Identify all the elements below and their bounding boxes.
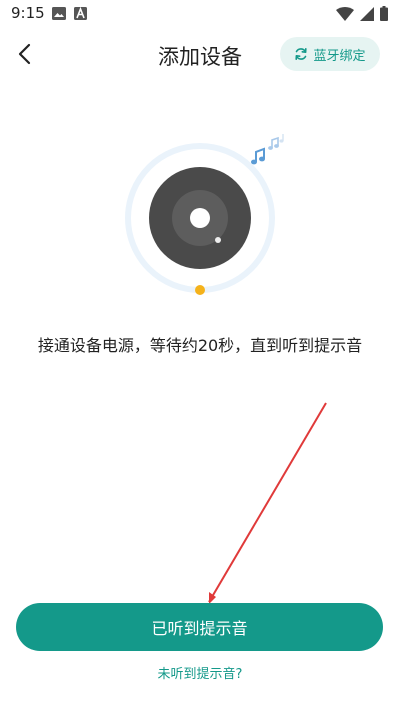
status-system-icons [336, 6, 388, 21]
app-header: 添加设备 蓝牙绑定 [0, 28, 400, 80]
status-notification-icons [52, 7, 87, 20]
not-heard-prompt-link[interactable]: 未听到提示音? [0, 663, 400, 682]
heard-prompt-button[interactable]: 已听到提示音 [16, 603, 383, 651]
image-icon [52, 7, 66, 20]
status-time: 9:15 [11, 4, 45, 22]
music-notes-icon [251, 134, 284, 165]
device-illustration [125, 134, 284, 295]
status-bar: 9:15 [0, 0, 400, 28]
speaker-center-button [190, 208, 210, 228]
cellular-icon [360, 6, 374, 21]
font-a-icon [74, 7, 87, 20]
refresh-icon [295, 48, 308, 60]
add-device-screen: 9:15 添加设备 蓝牙绑定 接通设备电源，等待约20秒，直到听到提示音 已听到… [0, 0, 400, 711]
battery-icon [380, 6, 388, 21]
indicator-dot [195, 285, 205, 295]
wifi-icon [336, 6, 354, 21]
bluetooth-bind-button[interactable]: 蓝牙绑定 [280, 37, 380, 71]
instruction-text: 接通设备电源，等待约20秒，直到听到提示音 [37, 336, 363, 355]
heard-prompt-label: 已听到提示音 [151, 619, 248, 638]
speaker-led-dot [215, 237, 221, 243]
bluetooth-bind-label: 蓝牙绑定 [313, 48, 366, 64]
